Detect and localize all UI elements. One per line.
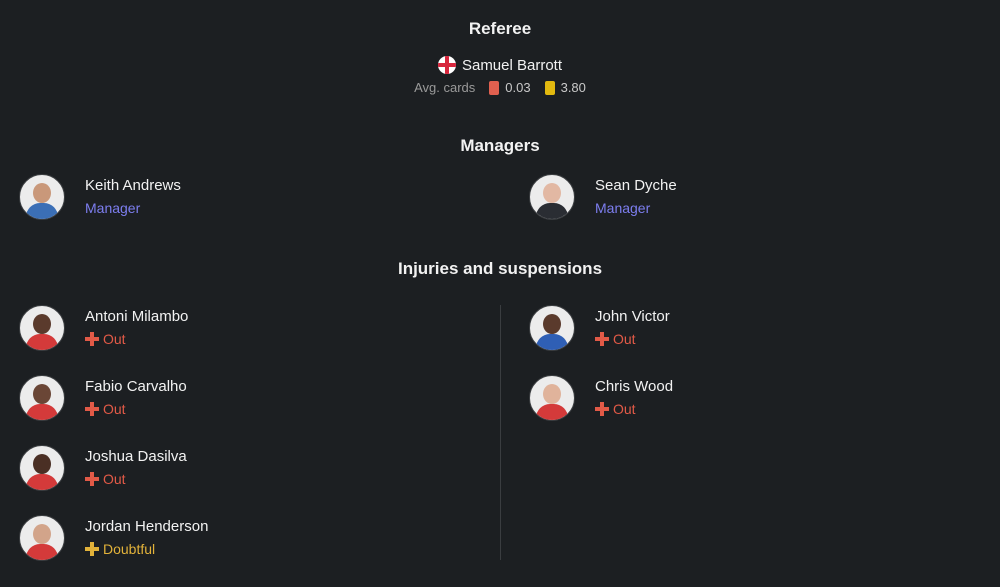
manager-role: Manager <box>595 200 651 216</box>
injury-status: Out <box>595 329 670 349</box>
manager-role: Manager <box>85 200 141 216</box>
player-avatar <box>19 445 65 491</box>
manager-name: Keith Andrews <box>85 177 181 194</box>
manager-away[interactable]: Sean Dyche Manager <box>529 174 677 220</box>
doubtful-cross-icon <box>85 542 99 556</box>
column-divider <box>500 305 501 560</box>
injury-cross-icon <box>595 402 609 416</box>
referee-name[interactable]: Samuel Barrott <box>462 57 562 74</box>
manager-name: Sean Dyche <box>595 177 677 194</box>
yellow-card-icon <box>544 80 555 95</box>
injury-row[interactable]: Jordan Henderson Doubtful <box>19 515 208 561</box>
england-flag-icon <box>437 56 456 74</box>
player-name: Chris Wood <box>595 378 674 395</box>
manager-avatar <box>529 174 575 220</box>
injury-row[interactable]: Joshua Dasilva Out <box>19 445 187 491</box>
referee-row: Samuel Barrott <box>0 56 1000 74</box>
player-name: Fabio Carvalho <box>85 378 187 395</box>
injury-row[interactable]: Chris Wood Out <box>529 375 673 421</box>
injury-cross-icon <box>85 472 99 486</box>
managers-title: Managers <box>460 136 540 155</box>
injury-status: Out <box>85 469 187 489</box>
injury-row[interactable]: Fabio Carvalho Out <box>19 375 187 421</box>
player-avatar <box>19 515 65 561</box>
injury-row[interactable]: Antoni Milambo Out <box>19 305 188 351</box>
player-name: John Victor <box>595 308 670 325</box>
player-avatar <box>529 375 575 421</box>
player-name: Joshua Dasilva <box>85 448 187 465</box>
manager-home[interactable]: Keith Andrews Manager <box>19 174 181 220</box>
injury-cross-icon <box>85 402 99 416</box>
player-avatar <box>19 305 65 351</box>
injuries-title: Injuries and suspensions <box>397 259 603 278</box>
avg-cards-label: Avg. cards <box>414 80 476 95</box>
injury-status: Doubtful <box>85 539 208 559</box>
manager-avatar <box>19 174 65 220</box>
injury-row[interactable]: John Victor Out <box>529 305 670 351</box>
red-card-icon <box>489 80 500 95</box>
player-avatar <box>19 375 65 421</box>
yellow-card-avg: 3.80 <box>560 80 586 95</box>
injury-cross-icon <box>85 332 99 346</box>
avg-cards-row: Avg. cards 0.03 3.80 <box>0 80 1000 95</box>
referee-title: Referee <box>468 19 532 38</box>
player-name: Jordan Henderson <box>85 518 209 535</box>
injury-cross-icon <box>595 332 609 346</box>
injury-status: Out <box>85 399 187 419</box>
player-name: Antoni Milambo <box>85 308 189 325</box>
red-card-avg: 0.03 <box>505 80 531 95</box>
injury-status: Out <box>85 329 188 349</box>
injury-status: Out <box>595 399 673 419</box>
player-avatar <box>529 305 575 351</box>
